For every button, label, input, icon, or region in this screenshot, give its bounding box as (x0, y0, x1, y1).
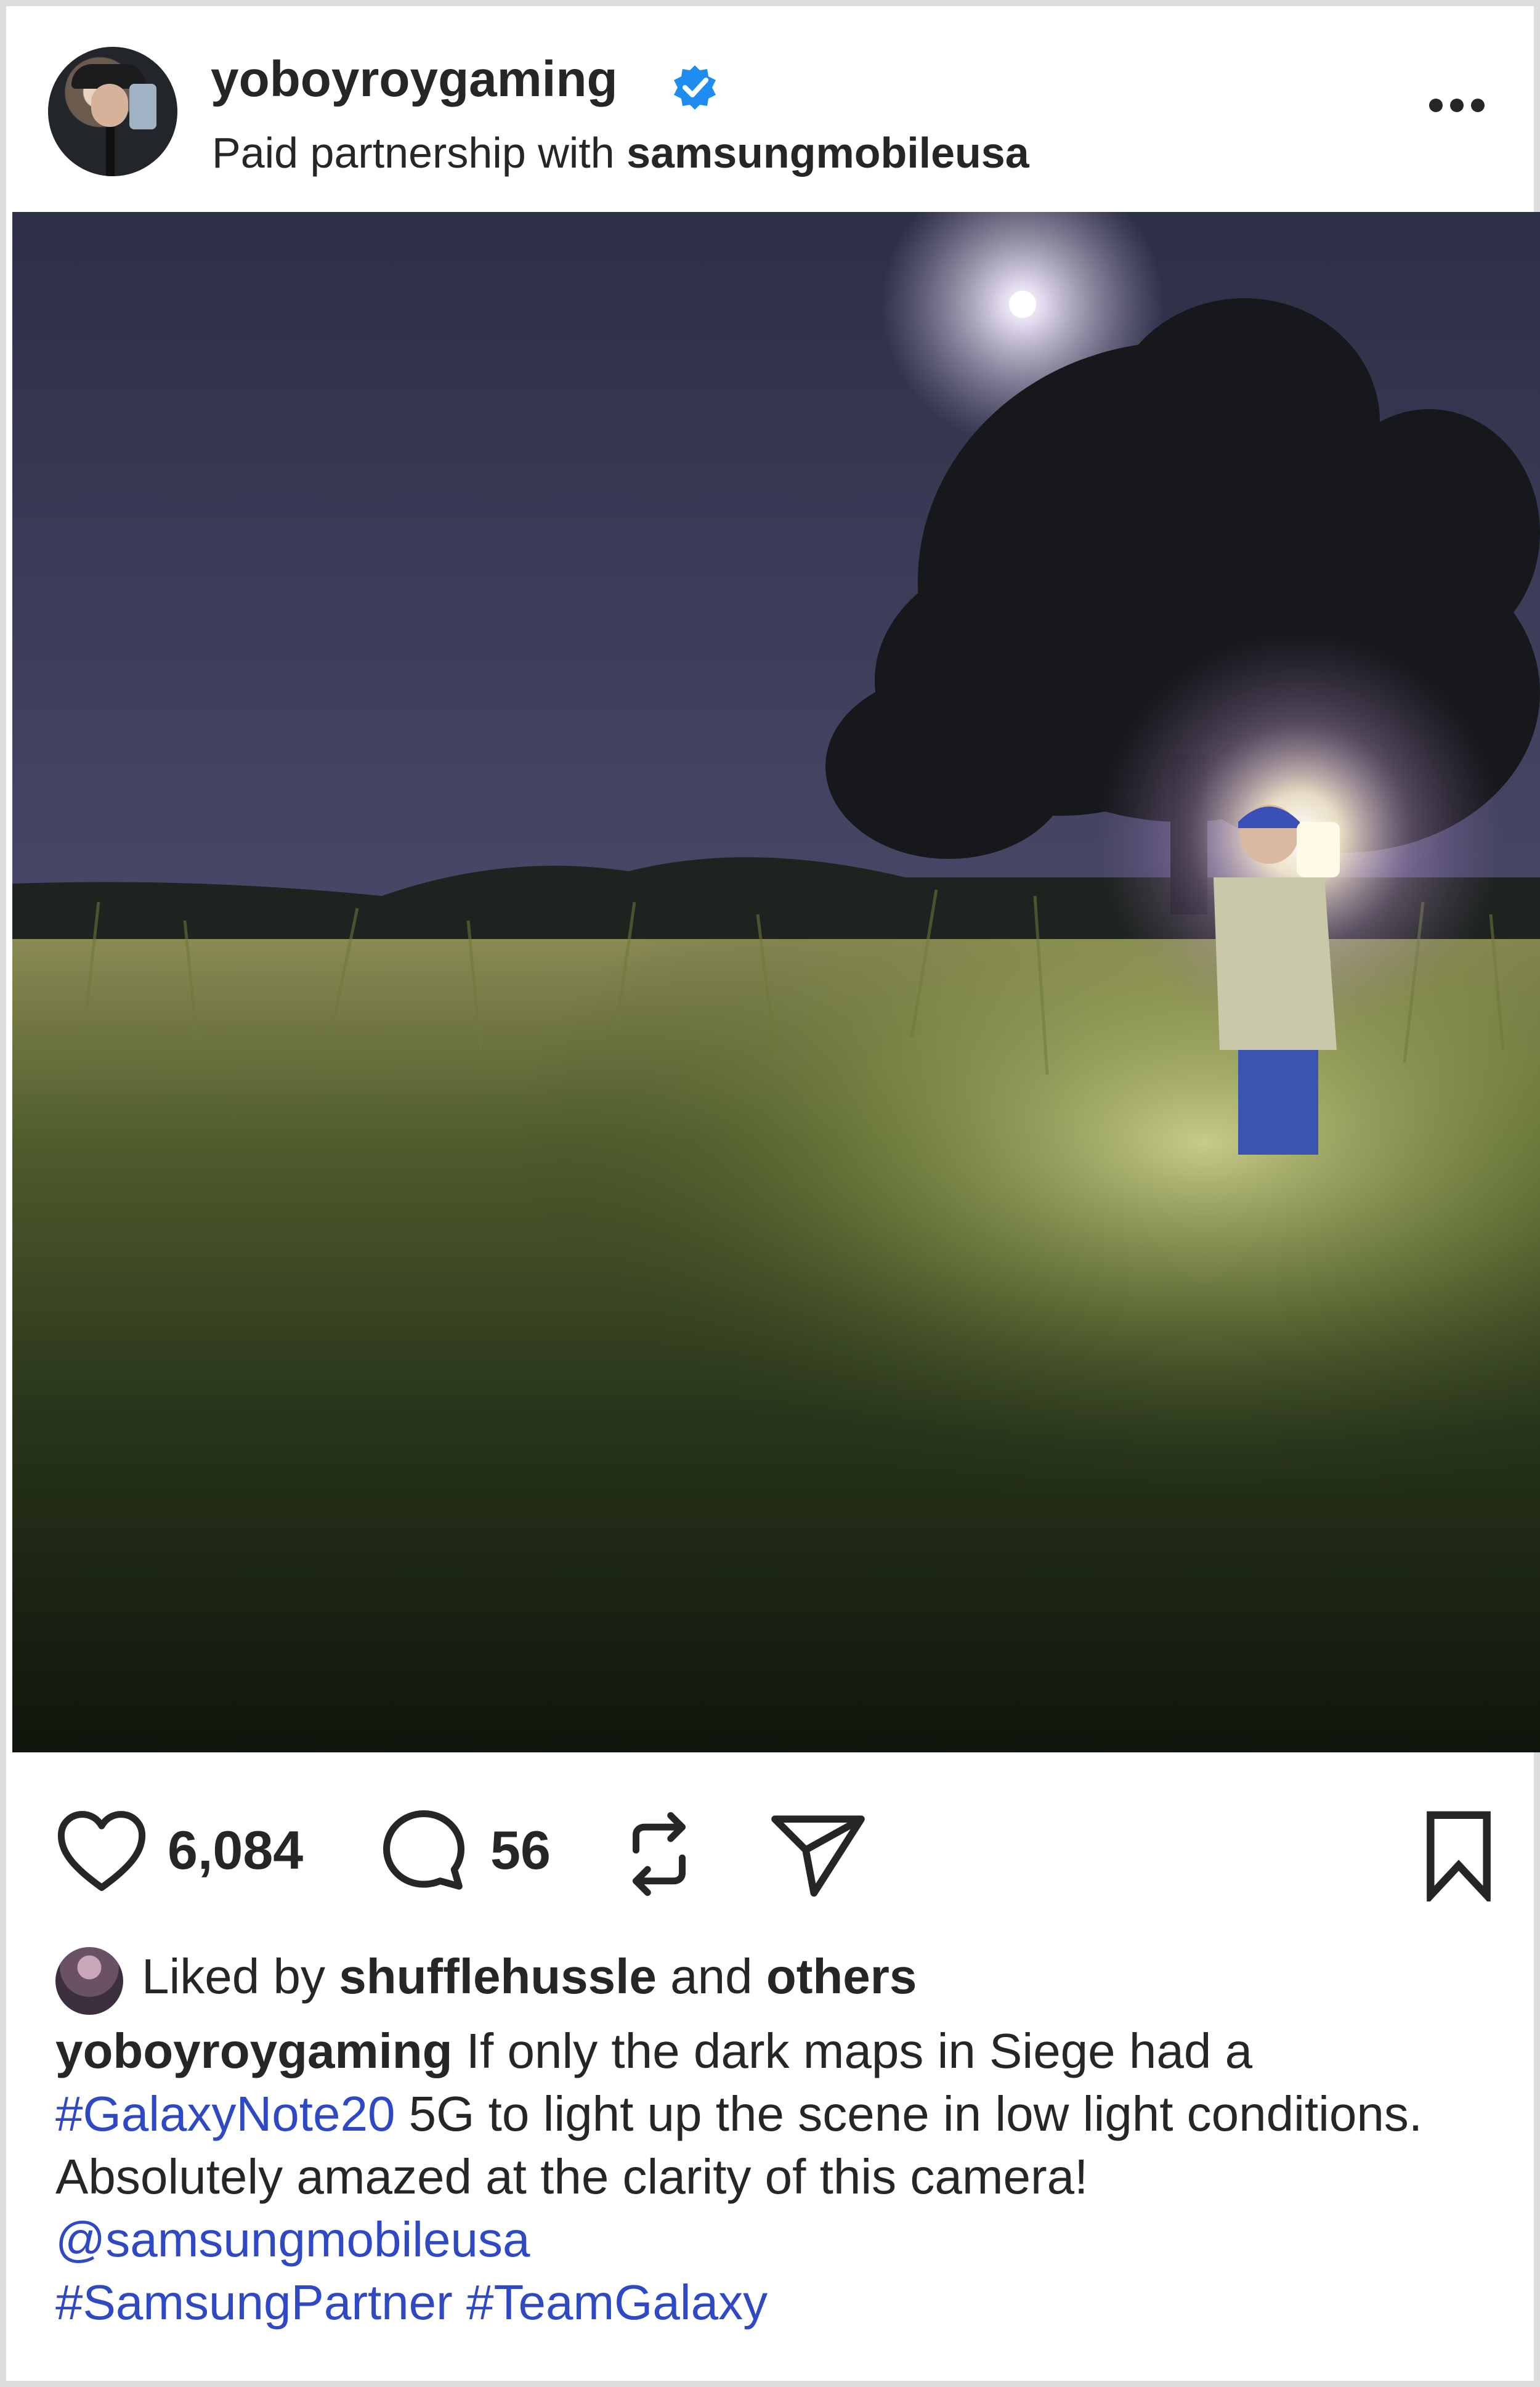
comment-icon[interactable] (381, 1808, 467, 1894)
like-count[interactable]: 6,084 (168, 1819, 303, 1882)
share-icon[interactable] (769, 1808, 867, 1900)
bookmark-icon[interactable] (1422, 1809, 1496, 1901)
liker-username[interactable]: shufflehussle (339, 1949, 657, 2004)
mention-samsungmobileusa[interactable]: @samsungmobileusa (55, 2212, 530, 2267)
author-username[interactable]: yoboyroygaming (211, 51, 618, 108)
hashtag-galaxynote20[interactable]: #GalaxyNote20 (55, 2086, 395, 2141)
more-dot (1471, 99, 1485, 112)
more-dot (1450, 99, 1464, 112)
liker-avatar[interactable] (55, 1947, 123, 2015)
repost-icon[interactable] (616, 1808, 702, 1900)
liked-by-text: Liked by shufflehussle and others (142, 1948, 917, 2005)
post-card: yoboyroygaming Paid partnership with sam… (0, 0, 1540, 2387)
partner-link[interactable]: samsungmobileusa (626, 129, 1029, 177)
more-dot (1429, 99, 1443, 112)
avatar-face (91, 84, 128, 127)
hashtag-teamgalaxy[interactable]: #TeamGalaxy (466, 2275, 768, 2330)
verified-badge-icon (674, 65, 716, 110)
liked-by-prefix: Liked by (142, 1949, 325, 2004)
comment-count[interactable]: 56 (490, 1819, 551, 1882)
caption-text-1: If only the dark maps in Siege had a (452, 2023, 1253, 2078)
liked-by-and: and (670, 1949, 753, 2004)
others-link[interactable]: others (766, 1949, 917, 2004)
hashtag-samsungpartner[interactable]: #SamsungPartner (55, 2275, 453, 2330)
avatar-phone (129, 84, 156, 129)
action-bar: 6,084 56 (12, 1752, 1540, 1919)
more-options-icon[interactable] (1429, 99, 1497, 123)
partnership-label: Paid partnership with samsungmobileusa (212, 128, 1029, 177)
post-photo[interactable] (12, 212, 1540, 1752)
caption-author[interactable]: yoboyroygaming (55, 2023, 453, 2078)
post-caption: yoboyroygaming If only the dark maps in … (55, 2020, 1497, 2334)
photo-illustration (12, 212, 1540, 1752)
avatar-tie (106, 127, 115, 176)
author-avatar[interactable] (48, 47, 177, 176)
partnership-prefix: Paid partnership with (212, 129, 615, 177)
heart-icon[interactable] (55, 1808, 148, 1894)
post-header: yoboyroygaming Paid partnership with sam… (12, 12, 1540, 212)
